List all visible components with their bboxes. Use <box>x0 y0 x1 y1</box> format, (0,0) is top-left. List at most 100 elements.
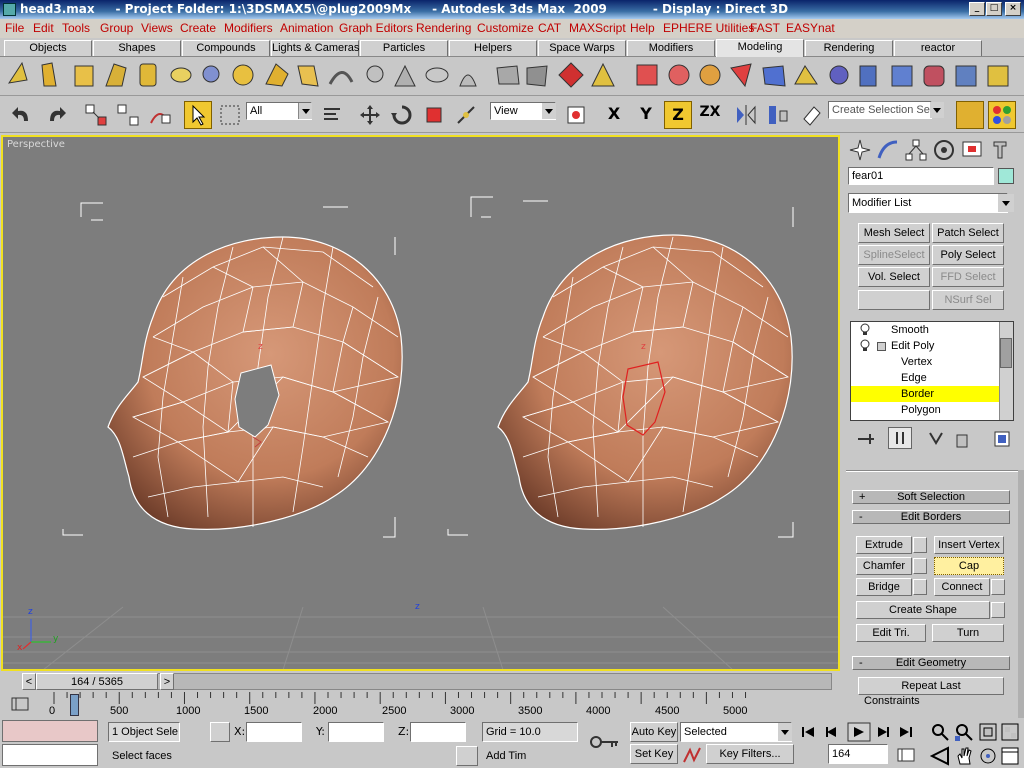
rotate-icon[interactable] <box>390 103 414 127</box>
goto-start-icon[interactable] <box>802 727 814 737</box>
tool-icon-19[interactable] <box>591 62 615 87</box>
tool-icon-24[interactable] <box>762 65 786 87</box>
named-selection-set-field[interactable]: Create Selection Set <box>828 101 932 119</box>
tool-icon-29[interactable] <box>923 65 945 87</box>
tool-icon-3[interactable] <box>74 65 94 87</box>
ffd-select-button[interactable]: FFD Select <box>932 267 1004 287</box>
maxscript-listener-pink[interactable] <box>2 720 98 742</box>
tool-icon-9[interactable] <box>265 63 289 87</box>
chevron-down-icon[interactable] <box>930 102 944 118</box>
tool-icon-21[interactable] <box>668 64 690 86</box>
tool-icon-2[interactable] <box>41 62 57 87</box>
material-editor-button[interactable] <box>988 101 1016 129</box>
stack-item-vertex[interactable]: Vertex <box>901 354 1013 370</box>
chamfer-button[interactable]: Chamfer <box>856 557 912 575</box>
orbit-icon[interactable] <box>978 746 998 766</box>
tool-icon-11[interactable] <box>328 71 354 85</box>
tab-modeling[interactable]: Modeling <box>716 39 804 57</box>
menu-file[interactable]: File <box>5 21 24 35</box>
tab-helpers[interactable]: Helpers <box>449 40 537 56</box>
maxscript-listener-white[interactable] <box>2 744 98 766</box>
tool-icon-16[interactable] <box>496 65 520 85</box>
key-filters-button[interactable]: Key Filters... <box>706 744 794 764</box>
goto-end-icon[interactable] <box>900 727 912 737</box>
tab-shapes[interactable]: Shapes <box>93 40 181 56</box>
key-tangent-icon[interactable] <box>682 746 702 764</box>
vol-select-button[interactable]: Vol. Select <box>858 267 930 287</box>
key-icon[interactable] <box>590 732 620 752</box>
head-left[interactable]: z <box>62 202 403 538</box>
connect-button[interactable]: Connect <box>934 578 990 596</box>
tab-compounds[interactable]: Compounds <box>182 40 270 56</box>
spline-select-button[interactable]: SplineSelect <box>858 245 930 265</box>
auto-key-button[interactable]: Auto Key <box>630 722 678 742</box>
mesh-select-button[interactable]: Mesh Select <box>858 223 930 243</box>
field-of-view-icon[interactable] <box>930 746 950 766</box>
motion-tab-icon[interactable] <box>932 138 956 162</box>
stack-item-polygon[interactable]: Polygon <box>901 402 1013 418</box>
configure-sets-icon[interactable] <box>992 429 1012 449</box>
eraser-icon[interactable] <box>800 103 824 127</box>
tool-icon-28[interactable] <box>891 65 913 87</box>
make-unique-icon[interactable] <box>926 429 946 449</box>
menu-tools[interactable]: Tools <box>62 21 90 35</box>
hierarchy-tab-icon[interactable] <box>904 138 928 162</box>
menu-ephere-utilities[interactable]: EPHERE Utilities <box>663 21 754 35</box>
lightbulb-icon[interactable] <box>859 339 871 353</box>
edit-borders-rollout[interactable]: - Edit Borders <box>852 510 1010 524</box>
tool-icon-13[interactable] <box>394 64 416 87</box>
modify-tab-icon[interactable] <box>876 138 900 162</box>
time-prev-button[interactable]: < <box>22 673 36 690</box>
pivot-center-icon[interactable] <box>564 103 588 127</box>
curve-editor-icon[interactable] <box>10 694 30 714</box>
tool-icon-8[interactable] <box>232 64 254 86</box>
edit-tri-button[interactable]: Edit Tri. <box>856 624 926 642</box>
tool-icon-31[interactable] <box>987 65 1009 87</box>
next-frame-icon[interactable] <box>878 727 889 737</box>
connect-settings-icon[interactable] <box>991 579 1005 595</box>
align-icon[interactable] <box>766 103 790 127</box>
key-mode-dropdown[interactable]: Selected <box>680 722 792 742</box>
tool-icon-7[interactable] <box>202 65 220 83</box>
display-tab-icon[interactable] <box>960 138 984 162</box>
insert-vertex-button[interactable]: Insert Vertex <box>934 536 1004 554</box>
bind-space-warp-icon[interactable] <box>148 103 172 127</box>
menu-views[interactable]: Views <box>141 21 173 35</box>
panel-scrollbar[interactable] <box>1018 470 1024 718</box>
menu-create[interactable]: Create <box>180 21 216 35</box>
turn-button[interactable]: Turn <box>932 624 1004 642</box>
object-name-field[interactable]: fear01 <box>848 167 994 185</box>
create-tab-icon[interactable] <box>848 138 872 162</box>
tool-icon-25[interactable] <box>794 65 818 85</box>
prev-frame-icon[interactable] <box>826 727 836 737</box>
time-next-button[interactable]: > <box>160 673 174 690</box>
menu-group[interactable]: Group <box>100 21 133 35</box>
maximize-viewport-icon[interactable] <box>1000 746 1020 766</box>
set-key-button[interactable]: Set Key <box>630 744 678 764</box>
time-config-icon[interactable] <box>896 746 916 764</box>
tool-icon-20[interactable] <box>636 64 658 86</box>
edit-geometry-rollout[interactable]: - Edit Geometry <box>852 656 1010 670</box>
stack-item-smooth[interactable]: Smooth <box>891 322 1013 338</box>
tab-particles[interactable]: Particles <box>360 40 448 56</box>
close-button[interactable]: × <box>1005 2 1021 16</box>
patch-select-button[interactable]: Patch Select <box>932 223 1004 243</box>
soft-selection-rollout[interactable]: + Soft Selection <box>852 490 1010 504</box>
show-end-result-icon[interactable] <box>888 427 912 449</box>
select-by-list-icon[interactable] <box>320 103 344 127</box>
chevron-down-icon[interactable] <box>778 723 792 741</box>
menu-modifiers[interactable]: Modifiers <box>224 21 273 35</box>
unlink-icon[interactable] <box>116 103 140 127</box>
extrude-button[interactable]: Extrude <box>856 536 912 554</box>
mirror-icon[interactable] <box>734 103 758 127</box>
coord-x-field[interactable] <box>246 722 302 742</box>
minimize-button[interactable]: _ <box>969 2 985 16</box>
menu-customize[interactable]: Customize <box>477 21 534 35</box>
nsurf-sel-button[interactable]: NSurf Sel <box>932 290 1004 310</box>
remove-modifier-icon[interactable] <box>952 429 972 449</box>
modifier-list-dropdown[interactable]: Modifier List <box>848 193 1008 213</box>
tool-icon-30[interactable] <box>955 65 977 87</box>
tab-objects[interactable]: Objects <box>4 40 92 56</box>
stack-item-border[interactable]: Border <box>901 386 1013 402</box>
tool-icon-15[interactable] <box>459 74 477 87</box>
